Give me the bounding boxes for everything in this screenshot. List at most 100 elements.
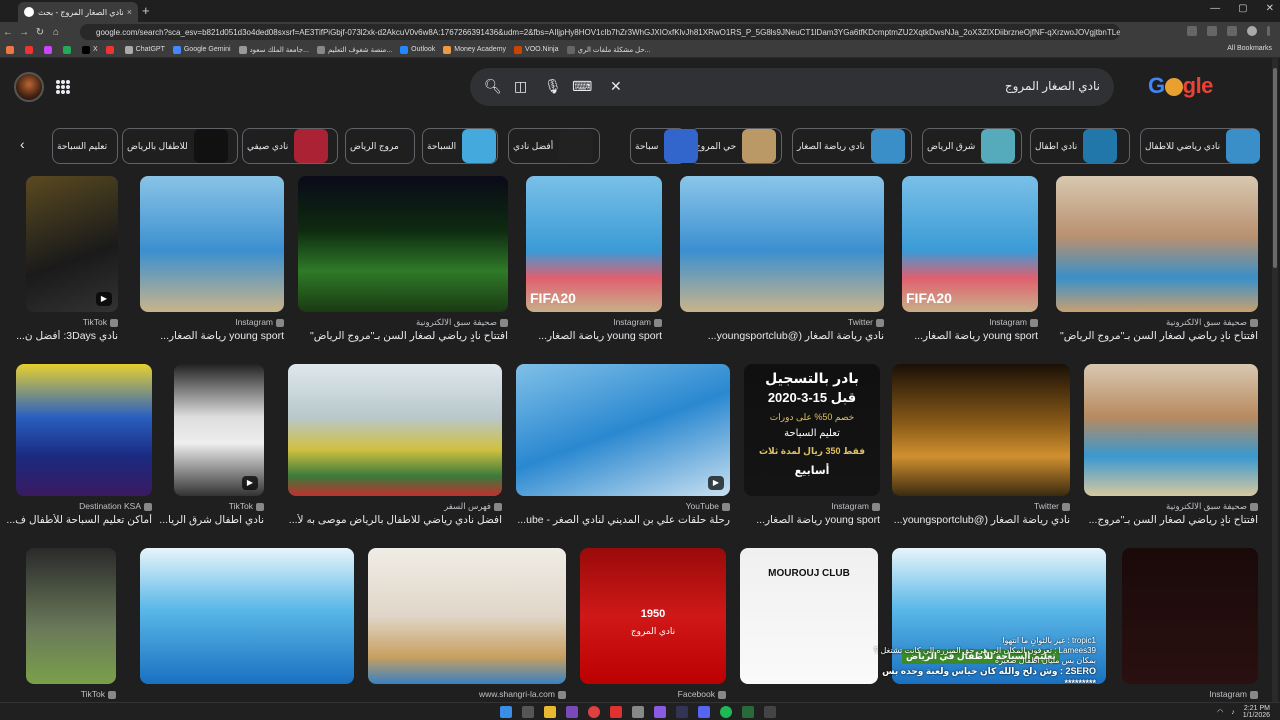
- result-thumbnail[interactable]: ▶: [174, 364, 264, 496]
- image-result[interactable]: Twitter نادي رياضة الصغار (@youngsportclu…: [892, 364, 1070, 536]
- chip-related-search[interactable]: مروج الرياض: [345, 128, 415, 164]
- profile-icon[interactable]: [1247, 26, 1257, 36]
- all-bookmarks-button[interactable]: All Bookmarks: [1227, 45, 1272, 52]
- maximize-button[interactable]: ▢: [1238, 3, 1247, 14]
- result-source[interactable]: Instagram: [989, 317, 1038, 327]
- image-result[interactable]: ▶ TikTok نادي اطفال شرق الريا...: [160, 364, 264, 536]
- image-result[interactable]: بادر بالتسجيل قبل 15-3-2020 خصم 50% على دو…: [744, 364, 880, 536]
- extension-icon[interactable]: [1227, 26, 1237, 36]
- chip-related-search[interactable]: نادي رياضة الصغار: [792, 128, 912, 164]
- bookmark-item[interactable]: VOO.Ninja: [514, 45, 559, 54]
- bookmark-item[interactable]: X: [82, 45, 98, 54]
- search-input[interactable]: نادي الصغار المروج: [1005, 79, 1100, 93]
- result-thumbnail[interactable]: [26, 548, 116, 684]
- result-thumbnail[interactable]: [368, 548, 566, 684]
- result-thumbnail[interactable]: [1122, 548, 1258, 684]
- result-thumbnail[interactable]: ▶: [26, 176, 118, 312]
- chip-related-search[interactable]: نادي صيفي: [242, 128, 338, 164]
- volume-icon[interactable]: ♪: [1231, 709, 1235, 716]
- back-icon[interactable]: ←: [0, 27, 16, 38]
- image-result[interactable]: Instagram: [1122, 548, 1258, 702]
- image-result[interactable]: ▶ TikTok نادي 3Days: أفضل ن...: [16, 176, 118, 352]
- result-source[interactable]: Destination KSA: [79, 501, 152, 511]
- chevron-left-icon[interactable]: ‹: [20, 136, 25, 152]
- result-source[interactable]: www.shangri-la.com: [479, 689, 566, 699]
- image-result[interactable]: FIFA20 Instagram young sport رياضة الصغار.…: [526, 176, 662, 352]
- chip-related-search[interactable]: شرق الرياض: [922, 128, 1022, 164]
- image-result[interactable]: صحيفة سبق الالكترونية افتتاح نادٍ رياضي ل…: [298, 176, 508, 352]
- reload-icon[interactable]: ↻: [32, 27, 48, 38]
- result-thumbnail[interactable]: [1084, 364, 1258, 496]
- search-icon[interactable]: 🔍︎: [484, 78, 502, 95]
- image-result[interactable]: صحيفة سبق الالكترونية افتتاح نادٍ رياضي ل…: [1056, 176, 1258, 352]
- browser-tab[interactable]: نادي الصغار المروج - بحث Google ×: [18, 2, 138, 22]
- chip-related-search[interactable]: حي المروج: [690, 128, 782, 164]
- app-icon[interactable]: [654, 706, 666, 718]
- chip-related-search[interactable]: نادي رياضي للاطفال: [1140, 128, 1261, 164]
- chip-related-search[interactable]: تعليم السباحة: [52, 128, 118, 164]
- result-title[interactable]: young sport رياضة الصغار...: [538, 330, 662, 342]
- image-result[interactable]: فهرس السفر افضل نادي رياضي للاطفال بالريا…: [288, 364, 502, 536]
- file-explorer-icon[interactable]: [544, 706, 556, 718]
- image-result[interactable]: صحيفة سبق الالكترونية افتتاح نادٍ رياضي ل…: [1084, 364, 1258, 536]
- result-title[interactable]: افتتاح نادٍ رياضي لصغار السن بـ"مروج الر…: [310, 330, 508, 342]
- address-bar[interactable]: google.com/search?sca_esv=b821d051d3o4de…: [80, 24, 1120, 40]
- minimize-button[interactable]: —: [1210, 3, 1220, 14]
- image-result[interactable]: [140, 548, 354, 702]
- app-icon[interactable]: [610, 706, 622, 718]
- apps-grid-icon[interactable]: [56, 80, 70, 94]
- bookmark-item[interactable]: [44, 45, 55, 54]
- image-result[interactable]: Destination KSA أماكن تعليم السباحة للأطف…: [6, 364, 152, 536]
- result-thumbnail[interactable]: [140, 548, 354, 684]
- google-logo[interactable]: Ggle: [1148, 73, 1213, 99]
- result-source[interactable]: صحيفة سبق الالكترونية: [1166, 317, 1258, 328]
- result-source[interactable]: Instagram: [613, 317, 662, 327]
- result-title[interactable]: افضل نادي رياضي للاطفال بالرياض موصى به …: [289, 514, 502, 526]
- result-title[interactable]: نادي اطفال شرق الريا...: [160, 514, 264, 526]
- bookmark-item[interactable]: Google Gemini: [172, 45, 231, 54]
- result-thumbnail[interactable]: 1950 نادي المروج: [580, 548, 726, 684]
- keyboard-icon[interactable]: ⌨︎: [572, 78, 592, 95]
- result-thumbnail[interactable]: [892, 364, 1070, 496]
- result-title[interactable]: نادي رياضة الصغار (@youngsportclub...: [708, 330, 884, 342]
- page-scrollbar[interactable]: [1272, 58, 1278, 702]
- close-tab-icon[interactable]: ×: [127, 7, 132, 17]
- result-source[interactable]: Twitter: [848, 317, 884, 327]
- result-source[interactable]: فهرس السفر: [444, 501, 502, 512]
- result-source[interactable]: Instagram: [831, 501, 880, 511]
- result-title[interactable]: افتتاح نادٍ رياضي لصغار السن بـ"مروج الر…: [1060, 330, 1258, 342]
- close-window-button[interactable]: ✕: [1266, 3, 1274, 14]
- result-thumbnail[interactable]: [1056, 176, 1258, 312]
- result-thumbnail[interactable]: ▶: [516, 364, 730, 496]
- bookmark-item[interactable]: [25, 45, 36, 54]
- search-taskbar-icon[interactable]: [522, 706, 534, 718]
- app-icon[interactable]: [742, 706, 754, 718]
- result-thumbnail[interactable]: [16, 364, 152, 496]
- app-icon[interactable]: [698, 706, 710, 718]
- image-result[interactable]: TikTok: [26, 548, 116, 702]
- result-thumbnail[interactable]: بادر بالتسجيل قبل 15-3-2020 خصم 50% على دو…: [744, 364, 880, 496]
- lens-icon[interactable]: ◫: [514, 78, 527, 95]
- result-title[interactable]: young sport رياضة الصغار...: [160, 330, 284, 342]
- image-result[interactable]: ▶ YouTube رحلة حلقات علي بن المديني لنادي …: [516, 364, 730, 536]
- result-thumbnail[interactable]: [298, 176, 508, 312]
- result-title[interactable]: young sport رياضة الصغار...: [756, 514, 880, 526]
- microphone-icon[interactable]: 🎙︎: [544, 78, 562, 95]
- chip-related-search[interactable]: سباحة: [630, 128, 699, 164]
- result-source[interactable]: صحيفة سبق الالكترونية: [416, 317, 508, 328]
- clock[interactable]: 2:21 PM 1/1/2026: [1243, 705, 1270, 719]
- search-box[interactable]: 🔍︎ ◫ 🎙︎ ⌨︎ ✕ نادي الصغار المروج: [470, 68, 1114, 106]
- result-source[interactable]: Facebook: [678, 689, 726, 699]
- result-thumbnail[interactable]: FIFA20: [526, 176, 662, 312]
- result-source[interactable]: Instagram: [235, 317, 284, 327]
- extension-icon[interactable]: [1207, 26, 1217, 36]
- result-source[interactable]: Twitter: [1034, 501, 1070, 511]
- chip-related-search[interactable]: للاطفال بالرياض: [122, 128, 238, 164]
- bookmark-item[interactable]: Outlook: [400, 45, 435, 54]
- bookmark-item[interactable]: Money Academy: [443, 45, 506, 54]
- clear-search-icon[interactable]: ✕: [610, 78, 622, 95]
- app-icon[interactable]: [764, 706, 776, 718]
- bookmark-item[interactable]: منصة شغوف التعليم...: [316, 45, 392, 54]
- app-icon[interactable]: [632, 706, 644, 718]
- account-avatar[interactable]: [14, 72, 44, 102]
